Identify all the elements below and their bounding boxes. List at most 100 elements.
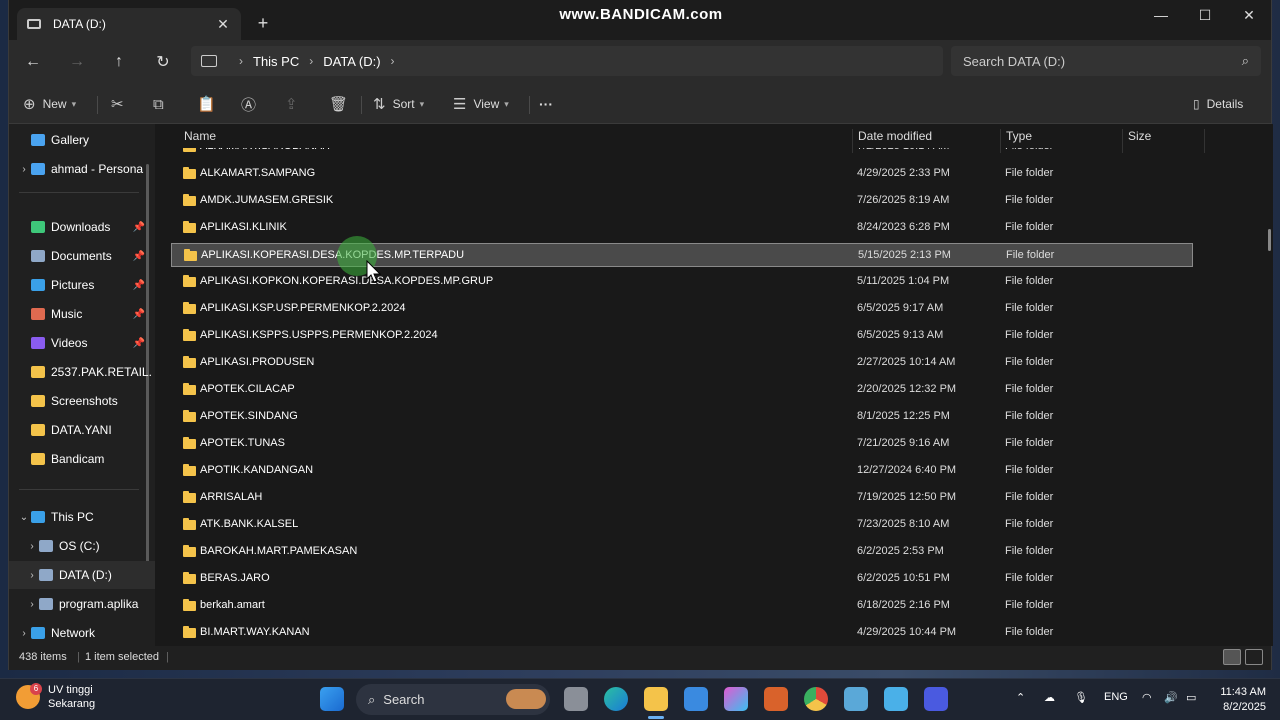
file-row[interactable]: BERAS.JARO 6/2/2025 10:51 PM File folder: [171, 567, 1193, 591]
sidebar-item[interactable]: › program.aplika: [9, 590, 155, 618]
file-row[interactable]: APOTEK.CILACAP 2/20/2025 12:32 PM File fol…: [171, 378, 1193, 402]
column-date[interactable]: Date modified: [858, 129, 932, 143]
details-view-toggle[interactable]: [1223, 649, 1241, 665]
sort-button[interactable]: ⇅ Sort ▾: [373, 90, 424, 118]
column-size[interactable]: Size: [1128, 129, 1151, 143]
chevron-down-icon[interactable]: ⌄: [17, 512, 31, 523]
chevron-right-icon[interactable]: ›: [25, 570, 39, 581]
share-button[interactable]: ⇪: [285, 90, 305, 118]
file-row[interactable]: BAROKAH.MART.PAMEKASAN 6/2/2025 2:53 PM Fi…: [171, 540, 1193, 564]
app-icon[interactable]: [764, 687, 788, 711]
file-row[interactable]: APLIKASI.KLINIK 8/24/2023 6:28 PM File fol…: [171, 216, 1193, 240]
notepad-icon[interactable]: [884, 687, 908, 711]
sidebar-item[interactable]: Music 📌: [9, 300, 155, 328]
file-row[interactable]: APLIKASI.PRODUSEN 2/27/2025 10:14 AM File …: [171, 351, 1193, 375]
chrome-icon[interactable]: [804, 687, 828, 711]
sidebar-item[interactable]: Pictures 📌: [9, 271, 155, 299]
file-row[interactable]: ATK.BANK.KALSEL 7/23/2025 8:10 AM File fol…: [171, 513, 1193, 537]
view-button[interactable]: ☰ View ▾: [453, 90, 509, 118]
battery-icon[interactable]: ▭: [1186, 691, 1196, 704]
sidebar-item[interactable]: › ahmad - Persona: [9, 155, 155, 183]
time: 11:43 AM: [1220, 686, 1266, 698]
sidebar-item[interactable]: Gallery: [9, 126, 155, 154]
file-row[interactable]: berkah.amart 6/18/2025 2:16 PM File folder: [171, 594, 1193, 618]
folder-icon: [183, 464, 196, 476]
refresh-button[interactable]: ↻: [147, 48, 179, 76]
sidebar-item[interactable]: Screenshots: [9, 387, 155, 415]
edge-icon[interactable]: [604, 687, 628, 711]
sidebar-item[interactable]: › DATA (D:): [9, 561, 155, 589]
file-row[interactable]: APLIKASI.KSPPS.USPPS.PERMENKOP.2.2024 6/5…: [171, 324, 1193, 348]
column-type[interactable]: Type: [1006, 129, 1032, 143]
file-row[interactable]: APOTEK.TUNAS 7/21/2025 9:16 AM File folder: [171, 432, 1193, 456]
close-button[interactable]: ✕: [1227, 0, 1271, 30]
cut-button[interactable]: ✂: [111, 90, 131, 118]
file-name: BI.MART.WAY.KANAN: [200, 626, 310, 638]
file-row[interactable]: APLIKASI.KOPKON.KOPERASI.DESA.KOPDES.MP.…: [171, 270, 1193, 294]
file-explorer-icon[interactable]: [644, 687, 668, 711]
tab-data-d[interactable]: DATA (D:) ✕: [17, 8, 241, 40]
file-row[interactable]: ALKAMART.SAROBANAH 7/2/2025 10:14 AM File …: [171, 148, 1193, 159]
sidebar-item[interactable]: Videos 📌: [9, 329, 155, 357]
breadcrumb-this-pc[interactable]: This PC: [253, 54, 299, 69]
new-button[interactable]: ⊕ New ▾: [23, 90, 76, 118]
chevron-right-icon[interactable]: ›: [25, 541, 39, 552]
sidebar-item[interactable]: Bandicam: [9, 445, 155, 473]
details-pane-button[interactable]: ▯ Details: [1193, 90, 1243, 118]
chevron-right-icon[interactable]: ›: [17, 628, 31, 639]
rename-button[interactable]: Ⓐ: [241, 90, 263, 118]
sidebar-item[interactable]: › Network: [9, 619, 155, 646]
task-view-icon[interactable]: [564, 687, 588, 711]
file-list-scrollbar[interactable]: [1268, 229, 1271, 251]
windows-start-icon[interactable]: [320, 687, 344, 711]
app-icon[interactable]: [844, 687, 868, 711]
cloud-icon[interactable]: ☁: [1044, 691, 1055, 704]
sidebar-item[interactable]: DATA.YANI: [9, 416, 155, 444]
chevron-right-icon[interactable]: ›: [17, 164, 31, 175]
up-button[interactable]: ↑: [103, 48, 135, 76]
file-row[interactable]: ALKAMART.SAMPANG 4/29/2025 2:33 PM File fo…: [171, 162, 1193, 186]
file-row[interactable]: BI.MART.WAY.KANAN 4/29/2025 10:44 PM File …: [171, 621, 1193, 645]
copilot-icon[interactable]: [724, 687, 748, 711]
maximize-button[interactable]: ☐: [1183, 0, 1227, 30]
sidebar-item[interactable]: 2537.PAK.RETAIL.: [9, 358, 155, 386]
file-row[interactable]: ARRISALAH 7/19/2025 12:50 PM File folder: [171, 486, 1193, 510]
tab-close-icon[interactable]: ✕: [215, 16, 231, 33]
sidebar-item[interactable]: Documents 📌: [9, 242, 155, 270]
app-icon[interactable]: [924, 687, 948, 711]
search-input[interactable]: Search DATA (D:) ⌕: [951, 46, 1261, 76]
address-bar[interactable]: › This PC › DATA (D:) ›: [191, 46, 943, 76]
sidebar-item[interactable]: Downloads 📌: [9, 213, 155, 241]
more-options-button[interactable]: ···: [539, 90, 553, 118]
sidebar-item-label: ahmad - Persona: [51, 162, 144, 176]
wifi-icon[interactable]: ◠: [1142, 691, 1152, 704]
tiles-view-toggle[interactable]: [1245, 649, 1263, 665]
clock[interactable]: 11:43 AM 8/2/2025: [1208, 685, 1266, 715]
minimize-button[interactable]: —: [1139, 0, 1183, 30]
taskbar-search[interactable]: ⌕ Search: [356, 684, 550, 715]
folder-icon: [31, 424, 45, 436]
new-tab-button[interactable]: +: [249, 12, 277, 36]
file-row[interactable]: APLIKASI.KSP.USP.PERMENKOP.2.2024 6/5/202…: [171, 297, 1193, 321]
weather-widget[interactable]: 6 UV tinggi Sekarang: [16, 683, 95, 711]
file-row[interactable]: APOTEK.SINDANG 8/1/2025 12:25 PM File fold…: [171, 405, 1193, 429]
breadcrumb-data-d[interactable]: DATA (D:): [323, 54, 380, 69]
file-row[interactable]: APOTIK.KANDANGAN 12/27/2024 6:40 PM File f…: [171, 459, 1193, 483]
language-indicator[interactable]: ENG: [1104, 691, 1128, 703]
column-name[interactable]: Name: [184, 129, 216, 143]
back-button[interactable]: ←: [17, 48, 49, 76]
forward-button[interactable]: →: [61, 48, 93, 76]
sidebar-item[interactable]: ⌄ This PC: [9, 503, 155, 531]
chevron-up-icon[interactable]: ⌃: [1016, 691, 1025, 704]
store-icon[interactable]: [684, 687, 708, 711]
paste-button[interactable]: 📋: [197, 90, 223, 118]
delete-button[interactable]: 🗑: [329, 90, 355, 118]
microphone-icon[interactable]: 🎙: [1074, 691, 1088, 704]
volume-icon[interactable]: 🔊: [1164, 691, 1178, 704]
sidebar-item[interactable]: › OS (C:): [9, 532, 155, 560]
copy-button[interactable]: ⧉: [153, 90, 171, 118]
chevron-right-icon[interactable]: ›: [25, 599, 39, 610]
chevron-right-icon: ›: [390, 54, 395, 68]
file-row[interactable]: AMDK.JUMASEM.GRESIK 7/26/2025 8:19 AM File…: [171, 189, 1193, 213]
file-row[interactable]: APLIKASI.KOPERASI.DESA.KOPDES.MP.TERPADU…: [171, 243, 1193, 267]
